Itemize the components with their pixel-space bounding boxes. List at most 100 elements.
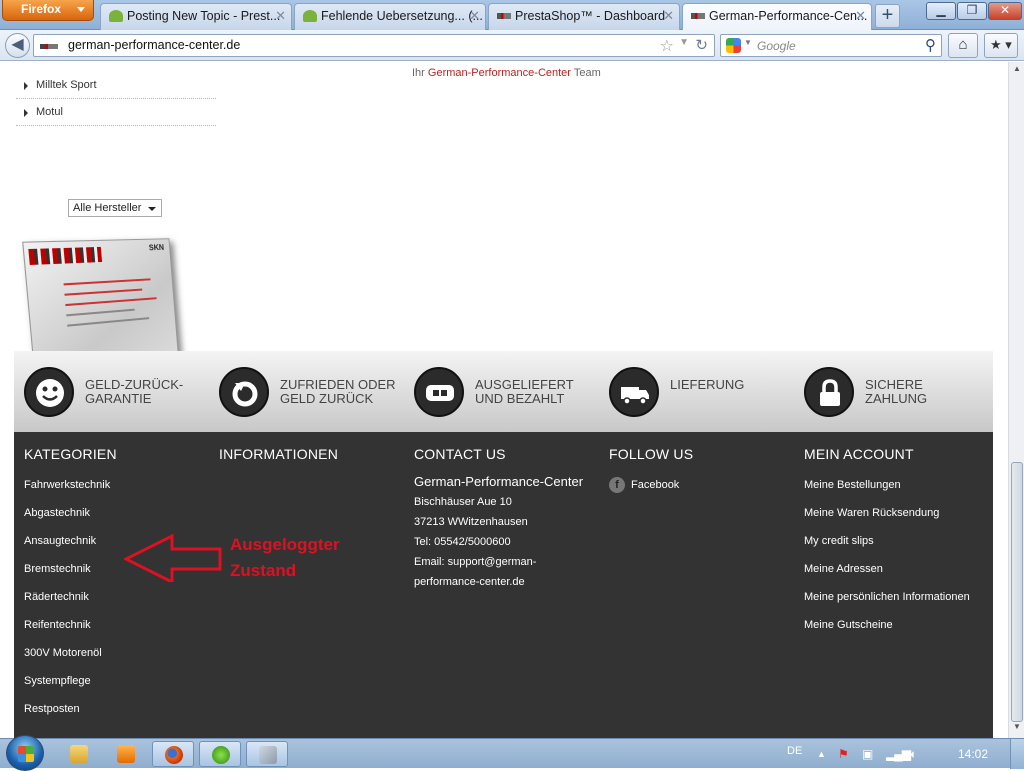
footer-category-link[interactable]: Abgastechnik xyxy=(24,507,90,519)
url-bar[interactable]: german-performance-center.de ☆ ▼ ↻ xyxy=(33,34,715,57)
footer-category-link[interactable]: 300V Motorenöl xyxy=(24,647,102,659)
scroll-down-icon[interactable]: ▼ xyxy=(1011,722,1023,736)
contact-email-line1[interactable]: Email: support@german- xyxy=(414,556,536,568)
clock[interactable]: 14:02 xyxy=(958,747,988,761)
taskbar-media-player[interactable] xyxy=(105,741,147,767)
manufacturer-select[interactable]: Alle Hersteller xyxy=(68,199,162,217)
footer-category-link[interactable]: Fahrwerkstechnik xyxy=(24,479,110,491)
taskbar-firefox[interactable] xyxy=(152,741,194,767)
footer-category-link[interactable]: Restposten xyxy=(24,703,80,715)
footer-heading-contact: Contact us xyxy=(414,446,506,462)
guarantee-label: AUSGELIEFERT xyxy=(475,377,574,392)
bookmarks-button[interactable]: ★ ▾ xyxy=(984,33,1018,58)
close-icon[interactable]: ✕ xyxy=(469,4,480,28)
firefox-menu-button[interactable]: Firefox xyxy=(2,0,94,21)
google-icon[interactable] xyxy=(726,38,741,53)
tab-title: Fehlende Uebersetzung... (... xyxy=(321,9,483,23)
guarantee-label: GELD ZURÜCK xyxy=(280,391,374,406)
prestashop-icon xyxy=(109,10,123,22)
signature-company: German-Performance-Center xyxy=(427,67,571,79)
guarantee-satisfied: ZUFRIEDEN ODER GELD ZURÜCK xyxy=(219,367,409,417)
site-identity-icon[interactable] xyxy=(40,44,58,49)
taskbar-app-green[interactable] xyxy=(199,741,241,767)
card-icon xyxy=(414,367,464,417)
url-text[interactable]: german-performance-center.de xyxy=(68,38,240,52)
contact-company: German-Performance-Center xyxy=(414,474,584,489)
window-close-button[interactable]: ✕ xyxy=(988,2,1022,20)
show-hidden-icons-icon[interactable]: ▲ xyxy=(817,749,826,759)
new-tab-button[interactable]: + xyxy=(875,4,900,28)
guarantee-money-back: GELD-ZURÜCK- GARANTIE xyxy=(24,367,214,417)
tab-fehlende-uebersetzung[interactable]: Fehlende Uebersetzung... (... ✕ xyxy=(294,3,486,30)
footer-category-link[interactable]: Ansaugtechnik xyxy=(24,535,96,547)
search-icon[interactable]: ⚲ xyxy=(925,36,936,54)
taskbar-explorer[interactable] xyxy=(58,741,100,767)
scroll-up-icon[interactable]: ▲ xyxy=(1011,64,1023,78)
manufacturer-select-value: Alle Hersteller xyxy=(73,202,142,214)
back-button[interactable]: ◀ xyxy=(5,33,30,58)
footer-category-link[interactable]: Reifentechnik xyxy=(24,619,91,631)
action-center-icon[interactable]: ⚑ xyxy=(838,747,849,761)
taskbar-app-paint[interactable] xyxy=(246,741,288,767)
home-button[interactable]: ⌂ xyxy=(948,33,978,58)
contact-street: Bischhäuser Aue 10 xyxy=(414,496,512,508)
contact-email-line2[interactable]: performance-center.de xyxy=(414,576,525,588)
banner-line xyxy=(63,278,151,286)
tab-title: PrestaShop™ - Dashboard xyxy=(515,9,666,23)
banner-header-stripe xyxy=(28,246,103,266)
search-engine-dropdown-icon[interactable]: ▼ xyxy=(744,38,752,47)
tab-prestashop-dashboard[interactable]: PrestaShop™ - Dashboard ✕ xyxy=(488,3,680,30)
guarantee-label: ZAHLUNG xyxy=(865,391,928,406)
search-bar[interactable]: ▼ Google ⚲ xyxy=(720,34,942,57)
volume-icon[interactable]: 🔈︎ xyxy=(910,747,917,762)
show-desktop-button[interactable] xyxy=(1010,739,1024,769)
banner-line xyxy=(64,288,143,296)
footer-category-link[interactable]: Rädertechnik xyxy=(24,591,89,603)
account-link[interactable]: Meine persönlichen Informationen xyxy=(804,591,970,603)
close-icon[interactable]: ✕ xyxy=(663,4,674,28)
account-link[interactable]: My credit slips xyxy=(804,535,874,547)
site-footer: Kategorien Fahrwerkstechnik Abgastechnik… xyxy=(14,432,993,738)
guarantee-label: LIEFERUNG xyxy=(670,377,745,392)
device-icon[interactable]: ▣ xyxy=(862,747,873,761)
guarantee-label: ZUFRIEDEN ODER xyxy=(280,377,396,392)
footer-category-link[interactable]: Systempflege xyxy=(24,675,91,687)
tab-posting-new-topic[interactable]: Posting New Topic - Prest... ✕ xyxy=(100,3,292,30)
gpc-icon xyxy=(497,13,511,19)
account-link[interactable]: Meine Gutscheine xyxy=(804,619,893,631)
account-link[interactable]: Meine Waren Rücksendung xyxy=(804,507,939,519)
banner-line xyxy=(66,308,135,317)
manufacturer-link-milltek[interactable]: Milltek Sport xyxy=(16,72,216,99)
manufacturer-link-motul[interactable]: Motul xyxy=(16,99,216,126)
close-icon[interactable]: ✕ xyxy=(275,4,286,28)
maximize-button[interactable]: ❐ xyxy=(957,2,987,20)
search-input[interactable]: Google xyxy=(757,39,796,53)
account-link[interactable]: Meine Bestellungen xyxy=(804,479,901,491)
minimize-button[interactable]: ▁ xyxy=(926,2,956,20)
bookmark-star-icon[interactable]: ☆ xyxy=(660,36,674,56)
prestashop-icon xyxy=(303,10,317,22)
puzzle-app-icon xyxy=(212,746,230,764)
folder-icon xyxy=(70,745,88,763)
facebook-icon[interactable]: f xyxy=(609,477,625,493)
guarantee-secure-payment: SICHERE ZAHLUNG xyxy=(804,367,994,417)
tab-title: German-Performance-Cen... xyxy=(709,9,868,23)
close-icon[interactable]: ✕ xyxy=(855,4,866,28)
language-indicator[interactable]: DE xyxy=(787,745,802,757)
network-icon[interactable]: ▂▄▆ xyxy=(886,747,911,761)
guarantee-label: GELD-ZURÜCK- xyxy=(85,377,184,392)
start-button[interactable] xyxy=(6,735,44,771)
tab-german-performance-center[interactable]: German-Performance-Cen... ✕ xyxy=(682,3,872,31)
url-history-dropdown-icon[interactable]: ▼ xyxy=(679,37,689,48)
smiley-icon xyxy=(24,367,74,417)
scrollbar-thumb[interactable] xyxy=(1011,462,1023,722)
windows-logo-icon xyxy=(18,746,34,762)
facebook-link[interactable]: Facebook xyxy=(631,479,679,491)
footer-category-link[interactable]: Bremstechnik xyxy=(24,563,91,575)
footer-heading-follow: Follow us xyxy=(609,446,694,462)
account-link[interactable]: Meine Adressen xyxy=(804,563,883,575)
reload-icon[interactable]: ↻ xyxy=(695,36,708,54)
page-scrollbar[interactable]: ▲ ▼ xyxy=(1008,62,1024,738)
annotation-label: Ausgeloggter Zustand xyxy=(230,532,340,584)
annotation-line: Ausgeloggter xyxy=(230,535,340,554)
